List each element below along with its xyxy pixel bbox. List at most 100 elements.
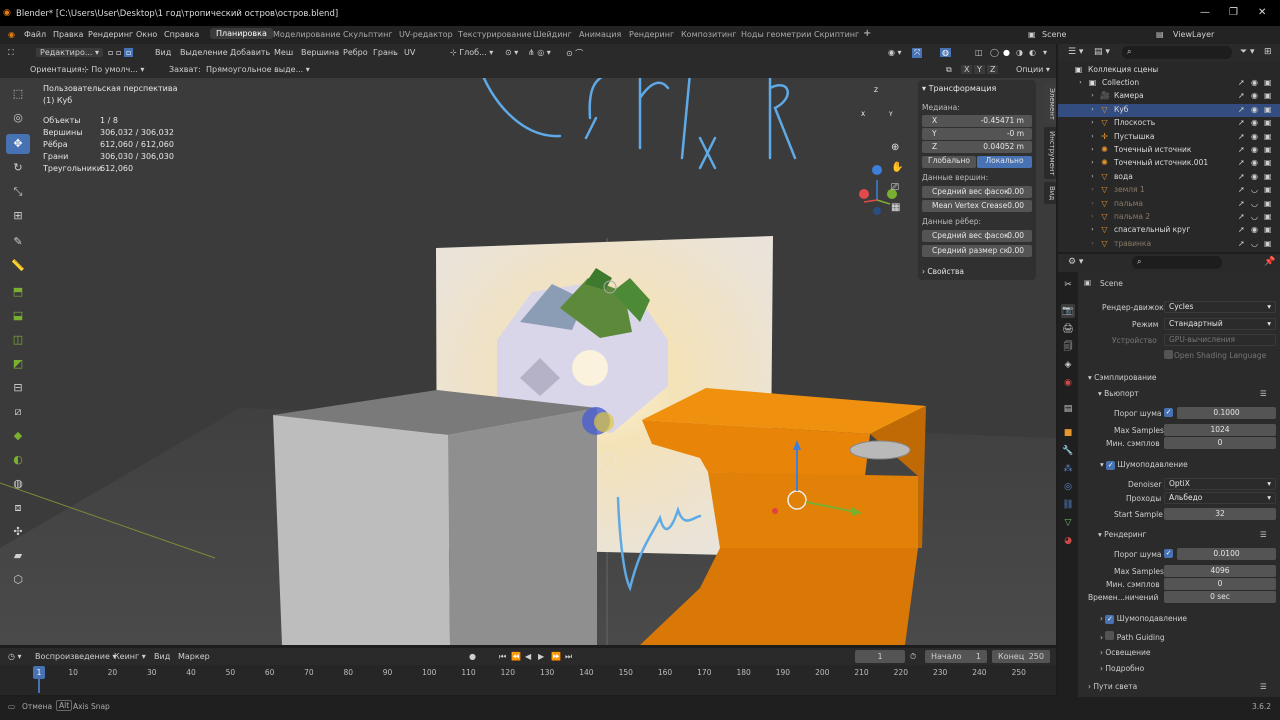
zoom-icon[interactable]: ⊕ — [891, 142, 899, 153]
transform-tool-icon[interactable]: ⊞ — [6, 206, 30, 226]
expand-arrow-icon[interactable]: › — [1088, 145, 1097, 154]
outliner-row[interactable]: › ▽ пальма ➚ ◡ ▣ — [1058, 198, 1280, 211]
pivot-icon[interactable]: ⊙ ▾ — [505, 48, 518, 57]
options-button[interactable]: Опции ▾ — [1016, 65, 1050, 74]
tab-sculpting[interactable]: Скульптинг — [343, 30, 393, 39]
expand-arrow-icon[interactable]: › — [1088, 185, 1097, 194]
eye-icon[interactable]: ◉ — [1251, 225, 1258, 234]
tab-view[interactable]: Вид — [1044, 182, 1056, 204]
outliner-row[interactable]: › ▽ спасательный круг ➚ ◉ ▣ — [1058, 224, 1280, 237]
menu-view[interactable]: Вид — [155, 48, 171, 57]
camera-render-icon[interactable]: ▣ — [1264, 78, 1272, 87]
median-z-field[interactable]: Z 0.04052 m — [922, 141, 1032, 153]
end-frame-field[interactable]: Конец 250 — [992, 650, 1050, 663]
outliner-row[interactable]: › ▽ Куб ➚ ◉ ▣ — [1058, 103, 1280, 117]
start-frame-field[interactable]: Начало 1 — [925, 650, 987, 663]
menu-edge[interactable]: Ребро — [343, 48, 368, 57]
scene-name[interactable]: Scene — [1042, 30, 1066, 39]
next-keyframe-icon[interactable]: ⏩ — [551, 652, 561, 661]
snap-icon[interactable]: ⋔ ◎ ▾ — [528, 48, 551, 57]
gizmo-y-label[interactable]: Y — [889, 111, 893, 118]
camera-render-icon[interactable]: ▣ — [1264, 158, 1272, 167]
start-sample-field[interactable]: 32 — [1164, 508, 1276, 520]
menu-file[interactable]: Файл — [24, 30, 46, 39]
lights-subsection[interactable]: › Освещение — [1100, 648, 1151, 657]
outliner-row[interactable]: › ▽ пальма 2 ➚ ◡ ▣ — [1058, 211, 1280, 224]
tool-tab-icon[interactable]: ✂ — [1061, 278, 1075, 292]
display-mode-icon[interactable]: ▤ ▾ — [1094, 47, 1110, 57]
select-arrow-icon[interactable]: ➚ — [1238, 158, 1245, 167]
select-arrow-icon[interactable]: ➚ — [1238, 239, 1245, 248]
tab-animation[interactable]: Анимация — [579, 30, 621, 39]
measure-tool-icon[interactable]: 📏 — [6, 256, 30, 276]
render-tab-icon[interactable]: 📷 — [1061, 304, 1075, 318]
current-frame-field[interactable]: 1 — [855, 650, 905, 663]
select-arrow-icon[interactable]: ➚ — [1238, 225, 1245, 234]
playback-menu[interactable]: Воспроизведение ▾ — [35, 652, 116, 661]
shading-wireframe-icon[interactable]: ◯ — [990, 48, 999, 57]
shading-solid-icon[interactable]: ● — [1003, 48, 1010, 57]
camera-render-icon[interactable]: ▣ — [1264, 118, 1272, 127]
overlay-toggle-icon[interactable]: ◍ — [940, 48, 951, 57]
eye-icon[interactable]: ◉ — [1251, 158, 1258, 167]
outliner-row[interactable]: › ▣ Collection ➚ ◉ ▣ — [1058, 77, 1280, 90]
menu-vertex[interactable]: Вершина — [301, 48, 339, 57]
outliner-row[interactable]: › ▽ травинка ➚ ◡ ▣ — [1058, 238, 1280, 251]
expand-arrow-icon[interactable]: › — [1088, 199, 1097, 208]
scene-tab-icon[interactable]: ◈ — [1061, 358, 1075, 372]
add-cube-tool-icon[interactable]: ⬒ — [6, 282, 30, 302]
camera-view-icon[interactable]: ⎚ — [891, 182, 899, 193]
transform-section[interactable]: ▾ Трансформация — [922, 84, 996, 93]
world-tab-icon[interactable]: ◉ — [1061, 376, 1075, 390]
select-arrow-icon[interactable]: ➚ — [1238, 105, 1245, 114]
close-button[interactable]: ✕ — [1258, 7, 1266, 18]
light-paths-section[interactable]: › Пути света — [1088, 682, 1137, 691]
data-tab-icon[interactable]: ▽ — [1061, 516, 1075, 530]
list-icon[interactable]: ☰ — [1260, 389, 1267, 398]
shading-material-icon[interactable]: ◑ — [1016, 48, 1023, 57]
playhead[interactable]: 1 — [33, 666, 45, 679]
rip-region-tool-icon[interactable]: ⬡ — [6, 570, 30, 590]
tab-item[interactable]: Элемент — [1044, 84, 1056, 124]
expand-arrow-icon[interactable]: › — [1076, 78, 1085, 87]
menu-window[interactable]: Окно — [136, 30, 157, 39]
expand-arrow-icon[interactable]: › — [1088, 239, 1097, 248]
expand-arrow-icon[interactable]: › — [1088, 132, 1097, 141]
outliner-row[interactable]: › ✺ Точечный источник ➚ ◉ ▣ — [1058, 144, 1280, 157]
viewport-subsection[interactable]: ▾ Вьюпорт — [1098, 389, 1139, 398]
rotate-tool-icon[interactable]: ↻ — [6, 158, 30, 178]
axis-x-toggle[interactable]: X — [961, 65, 973, 74]
edge-crease-field[interactable]: Средний размер ск 0.00 — [922, 245, 1032, 257]
material-tab-icon[interactable]: ◕ — [1061, 534, 1075, 548]
keying-menu[interactable]: Кеинг ▾ — [114, 652, 146, 661]
visibility-icon[interactable]: ◉ ▾ — [888, 48, 902, 57]
eye-icon[interactable]: ◉ — [1251, 105, 1258, 114]
tab-modeling[interactable]: Моделирование — [273, 30, 341, 39]
axis-y-toggle[interactable]: Y — [974, 65, 985, 74]
camera-render-icon[interactable]: ▣ — [1264, 91, 1272, 100]
smooth-tool-icon[interactable]: ◍ — [6, 474, 30, 494]
passes-select[interactable]: Альбедо ▾ — [1164, 492, 1276, 504]
editor-type-icon[interactable]: ⛶ — [8, 48, 14, 58]
global-button[interactable]: Глобально — [922, 156, 976, 168]
properties-search-input[interactable]: ⌕ — [1132, 256, 1222, 269]
tab-tool[interactable]: Инструмент — [1044, 127, 1056, 179]
extrude-tool-icon[interactable]: ⬓ — [6, 306, 30, 326]
vertex-crease-field[interactable]: Mean Vertex Crease 0.00 — [922, 200, 1032, 212]
mode-select[interactable]: Стандартный ▾ — [1164, 318, 1276, 330]
eye-icon[interactable]: ◉ — [1251, 118, 1258, 127]
select-arrow-icon[interactable]: ➚ — [1238, 145, 1245, 154]
menu-uv[interactable]: UV — [404, 48, 415, 57]
median-y-field[interactable]: Y -0 m — [922, 128, 1032, 140]
camera-render-icon[interactable]: ▣ — [1264, 105, 1272, 114]
view-menu[interactable]: Вид — [154, 652, 170, 661]
cursor-tool-icon[interactable]: ◎ — [6, 108, 30, 128]
tab-rendering[interactable]: Рендеринг — [629, 30, 674, 39]
gizmo-toggle-icon[interactable]: ⤧ — [912, 48, 923, 58]
camera-render-icon[interactable]: ▣ — [1264, 185, 1272, 194]
play-icon[interactable]: ▶ — [538, 652, 544, 661]
denoise-vp-subsection[interactable]: ▾ ✓ Шумоподавление — [1100, 460, 1188, 470]
advanced-subsection[interactable]: › Подробно — [1100, 664, 1144, 673]
eye-icon[interactable]: ◡ — [1251, 239, 1258, 248]
mode-select[interactable]: Редактиро... ▾ — [36, 48, 104, 57]
